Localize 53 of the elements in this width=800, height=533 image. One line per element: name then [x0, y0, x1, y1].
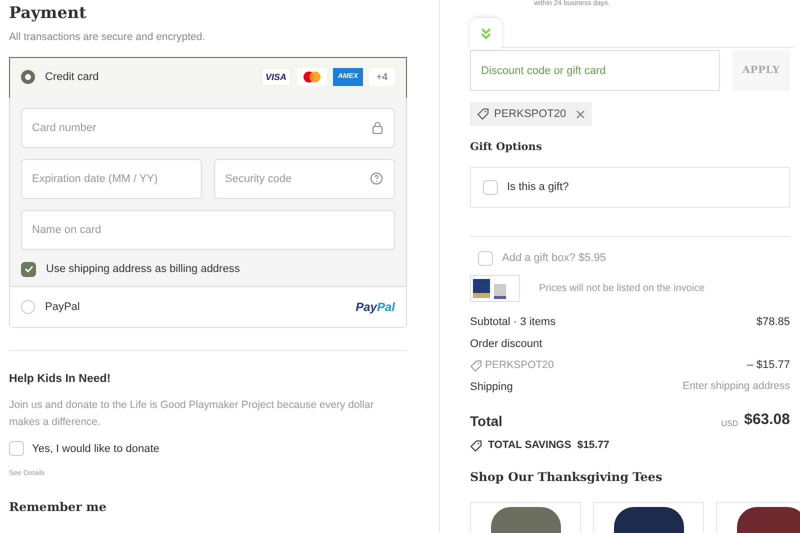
product-card[interactable]	[593, 502, 704, 533]
tag-icon	[477, 108, 489, 120]
card-logo-icon	[297, 68, 327, 86]
radio-button[interactable]	[21, 70, 35, 84]
section-title: Shop Our Thanksgiving Tees	[470, 468, 664, 486]
input-field[interactable]: Security code	[214, 158, 395, 199]
input-field[interactable]: Card number	[21, 108, 395, 148]
paypal-logo: PayPal	[356, 299, 395, 316]
summary-label: Shipping	[470, 380, 513, 395]
checkbox-label: Use shipping address as billing address	[46, 262, 240, 277]
more-cards-count: +4	[369, 68, 395, 86]
checkbox[interactable]	[483, 180, 498, 195]
summary-value: $78.85	[756, 315, 790, 330]
section-title: Payment	[9, 2, 88, 24]
tag-icon	[470, 440, 482, 452]
checkbox[interactable]	[21, 262, 36, 276]
savings-amount: $15.77	[577, 438, 610, 453]
checkbox[interactable]	[478, 250, 493, 266]
section-title: Help Kids In Need!	[9, 372, 112, 388]
checkbox-label: Yes, I would like to donate	[32, 442, 160, 456]
help-icon[interactable]	[370, 172, 383, 185]
savings-label: TOTAL SAVINGS	[488, 438, 572, 453]
summary-value: – $15.77	[747, 358, 790, 374]
card-logo: VISA	[261, 68, 291, 86]
subtitle: All transactions are secure and encrypted.	[9, 30, 206, 45]
gift-note: Prices will not be listed on the invoice	[539, 282, 705, 296]
checkbox-label: Is this a gift?	[507, 180, 569, 195]
chevron-down-icon	[481, 28, 491, 40]
discount-field[interactable]: Discount code or gift card	[470, 50, 720, 91]
summary-label: PERKSPOT20	[470, 358, 554, 374]
section-title: Gift Options	[470, 140, 543, 155]
section-title: Remember me	[9, 498, 108, 516]
close-icon[interactable]	[576, 110, 586, 118]
summary-label: Order discount	[470, 336, 542, 352]
discount-code: PERKSPOT20	[494, 106, 566, 122]
input-field[interactable]: Expiration date (MM / YY)	[21, 158, 202, 199]
checkbox[interactable]	[9, 441, 24, 456]
option-label: Credit card	[45, 70, 100, 85]
tag-icon	[470, 360, 482, 372]
lock-icon	[372, 120, 383, 134]
payment-option[interactable]: PayPal PayPal	[10, 286, 406, 328]
check-icon	[24, 264, 34, 274]
description: Join us and donate to the Life is Good Playmaker Project because every dollar makes a difference.	[9, 398, 375, 430]
option-label: PayPal	[45, 300, 81, 315]
total-label: Total	[470, 412, 502, 431]
currency: USD	[721, 418, 738, 430]
gift-box-thumbnail	[470, 275, 520, 302]
summary-value: Enter shipping address	[682, 379, 790, 394]
gift-option-card[interactable]: Is this a gift?	[470, 166, 790, 208]
total-amount: $63.08	[744, 410, 790, 430]
checkbox-label: Add a gift box? $5.95	[502, 250, 606, 266]
input-field[interactable]: Name on card	[21, 210, 395, 250]
summary-label: Subtotal · 3 items	[470, 315, 556, 330]
